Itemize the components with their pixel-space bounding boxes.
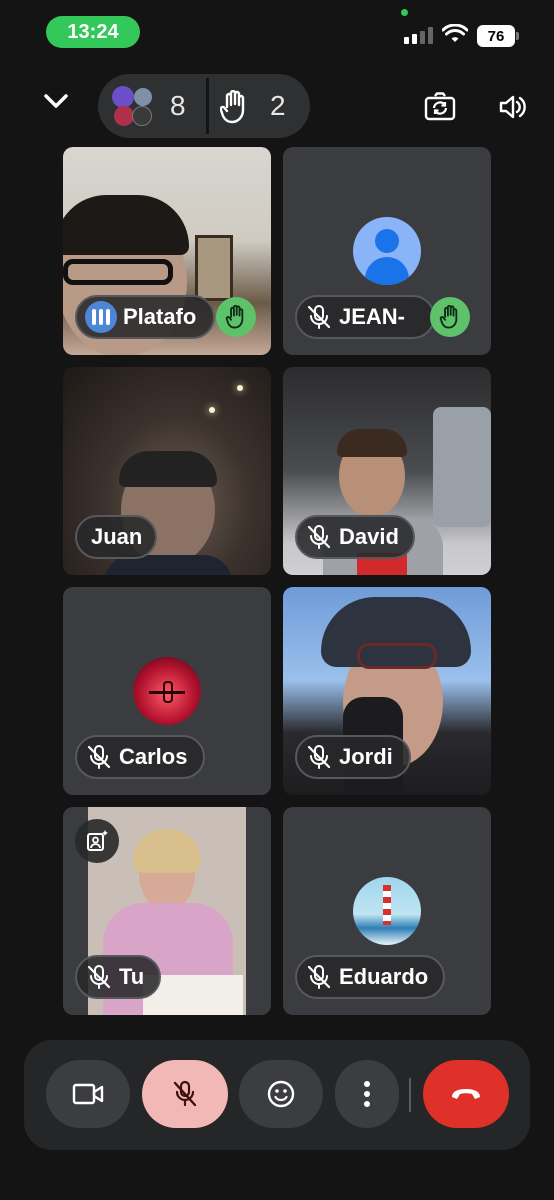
emoji-icon	[267, 1080, 295, 1108]
person-placeholder-icon	[353, 217, 421, 285]
cellular-signal-icon	[404, 27, 433, 44]
participant-name-pill: David	[295, 515, 415, 559]
more-options-button[interactable]	[335, 1060, 399, 1128]
participant-tile[interactable]: Eduardo	[283, 807, 491, 1015]
participants-pill[interactable]: 8 2	[98, 74, 310, 138]
participant-name: Carlos	[119, 744, 188, 769]
wifi-icon	[442, 24, 468, 42]
raised-hand-icon[interactable]	[220, 90, 248, 124]
camera-in-use-indicator	[401, 9, 408, 16]
participant-tile[interactable]: Platafo	[63, 147, 271, 355]
participant-avatars	[110, 84, 154, 128]
participant-name: Eduardo	[339, 964, 429, 989]
video-camera-icon	[72, 1083, 104, 1105]
speaker-icon[interactable]	[498, 92, 528, 122]
reactions-button[interactable]	[239, 1060, 323, 1128]
participant-name-pill: Juan	[75, 515, 157, 559]
end-call-button[interactable]	[423, 1060, 509, 1128]
participant-name: Tu	[119, 964, 145, 989]
participant-name-pill: JEAN-	[295, 295, 435, 339]
camera-toggle-button[interactable]	[46, 1060, 130, 1128]
add-effect-icon[interactable]	[75, 819, 119, 863]
participant-name-pill: Jordi	[295, 735, 411, 779]
speaking-indicator-icon	[85, 301, 117, 333]
participant-name: JEAN-	[339, 304, 406, 329]
raised-hand-icon	[216, 297, 256, 337]
mic-off-icon	[307, 965, 331, 989]
mic-off-icon	[307, 305, 331, 329]
mic-off-icon	[87, 745, 111, 769]
participant-count: 8	[170, 90, 186, 121]
battery-indicator: 76	[477, 25, 519, 47]
participant-tile[interactable]: David	[283, 367, 491, 575]
chevron-down-icon[interactable]	[40, 92, 72, 112]
participant-tile[interactable]: Juan	[63, 367, 271, 575]
participant-tile[interactable]: Jordi	[283, 587, 491, 795]
participant-name: Jordi	[339, 744, 393, 769]
participant-name-pill: Carlos	[75, 735, 205, 779]
participant-name: Juan	[91, 524, 141, 549]
more-vert-icon	[364, 1081, 370, 1107]
status-time: 13:24	[46, 16, 140, 48]
mic-off-icon	[87, 965, 111, 989]
participant-tile[interactable]: Tu	[63, 807, 271, 1015]
end-call-icon	[452, 1089, 480, 1099]
mic-toggle-button[interactable]	[142, 1060, 228, 1128]
pill-divider	[206, 78, 209, 134]
participant-name-pill: Tu	[75, 955, 161, 999]
controls-divider	[409, 1078, 411, 1112]
camera-flip-icon[interactable]	[424, 92, 456, 122]
participant-name: Platafo	[123, 304, 197, 329]
participant-avatar	[133, 657, 201, 725]
participants-button[interactable]: 8	[98, 74, 206, 138]
raised-hands-count: 2	[270, 90, 286, 121]
participant-name: David	[339, 524, 399, 549]
mic-off-icon	[307, 525, 331, 549]
participant-tile[interactable]: Carlos	[63, 587, 271, 795]
mic-off-icon	[307, 745, 331, 769]
participant-avatar	[353, 877, 421, 945]
raised-hand-icon	[430, 297, 470, 337]
participant-name-pill: Eduardo	[295, 955, 445, 999]
participant-tile[interactable]: JEAN-	[283, 147, 491, 355]
participant-name-pill: Platafo	[75, 295, 215, 339]
mic-off-icon	[173, 1080, 197, 1107]
